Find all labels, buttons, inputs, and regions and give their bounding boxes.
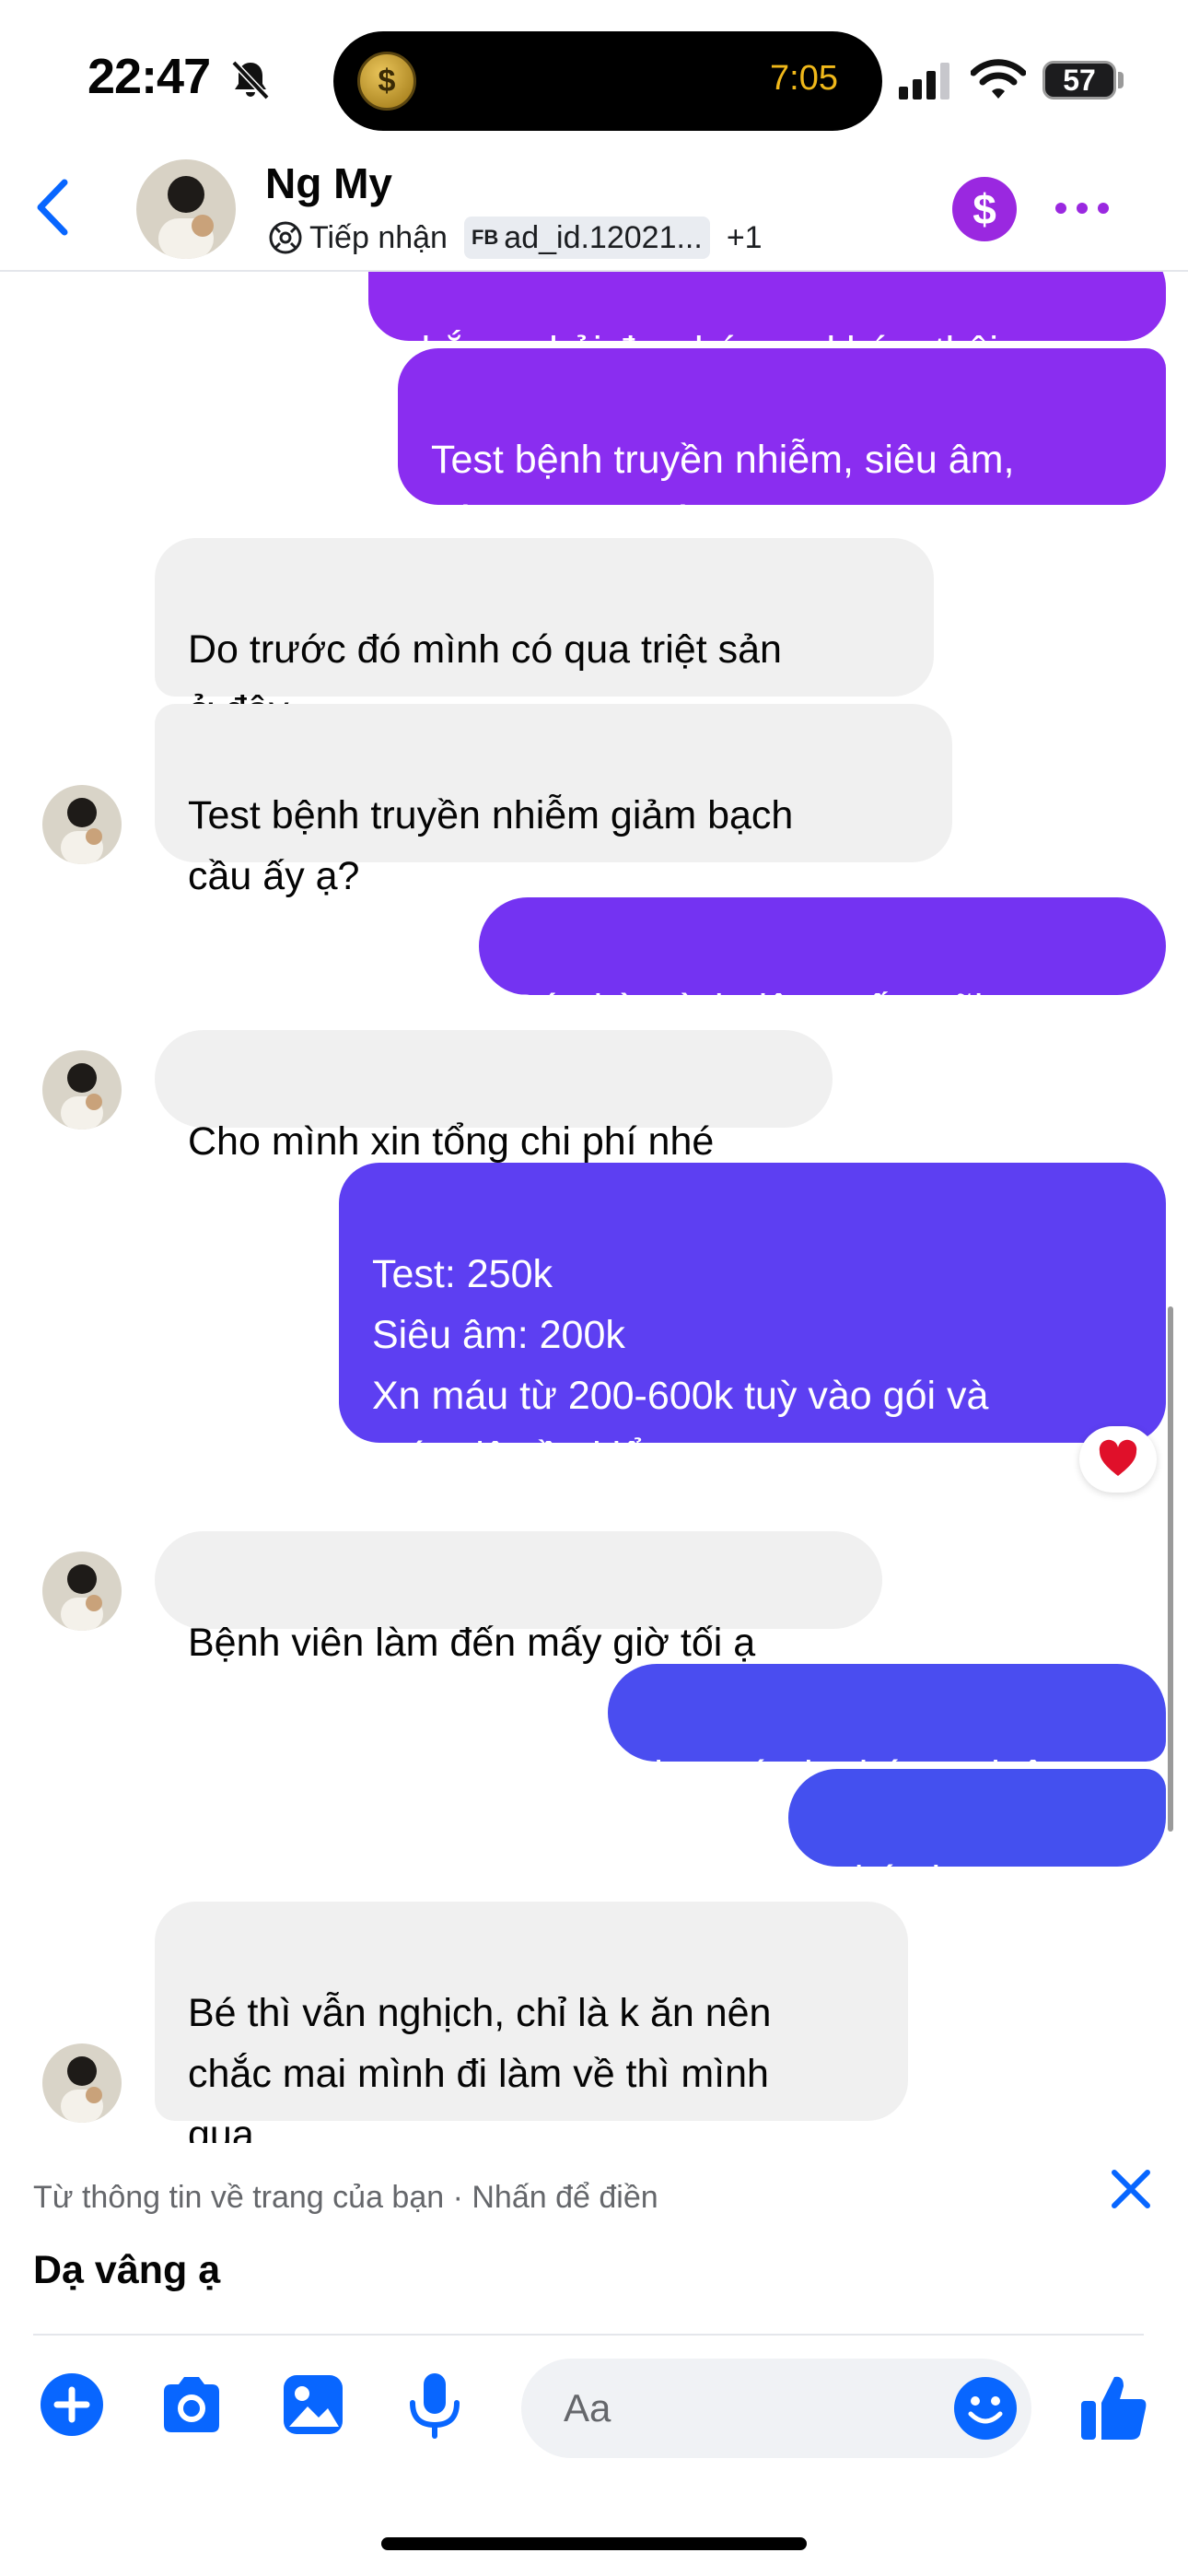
wifi-icon [971, 59, 1026, 99]
message-bubble-incoming[interactable]: Cho mình xin tổng chi phí nhé [155, 1030, 833, 1164]
tag-status[interactable]: Tiếp nhận [267, 217, 455, 259]
contact-avatar[interactable] [42, 785, 122, 864]
message-bubble-outgoing[interactable]: Bé nhà mình tiêm mấy mũi r ạ [479, 897, 1166, 1031]
thumbs-up-icon[interactable] [1077, 2370, 1151, 2443]
message-bubble-incoming[interactable]: Bệnh viên làm đến mấy giờ tối ạ [155, 1531, 882, 1665]
message-bubble-incoming[interactable]: Test bệnh truyền nhiễm giảm bạch cầu ấy … [155, 704, 952, 898]
gallery-icon[interactable] [278, 2370, 348, 2440]
composer-divider [33, 2334, 1144, 2336]
contact-avatar[interactable] [42, 1050, 122, 1130]
message-bubble-outgoing[interactable]: e báo bs trực ạ [788, 1769, 1166, 1903]
suggestion-caption: Từ thông tin về trang của bạn · Nhấn để … [33, 2180, 658, 2215]
contact-avatar[interactable] [42, 2043, 122, 2123]
chat-header: Ng My Tiếp nhận FB ad_id.12021... +1 $ [0, 147, 1188, 272]
avatar-photo [42, 2043, 122, 2123]
status-tag-icon [269, 221, 302, 254]
message-text: Bệnh viên làm đến mấy giờ tối ạ [188, 1621, 756, 1665]
tag-status-label: Tiếp nhận [309, 219, 448, 255]
message-text: Test: 250k Siêu âm: 200k Xn máu từ 200-6… [372, 1252, 989, 1479]
island-timer: 7:05 [770, 59, 838, 98]
avatar-photo [42, 1050, 122, 1130]
message-text: Test bệnh truyền nhiễm, siêu âm, xét ngh… [431, 438, 1015, 543]
message-reaction[interactable] [1079, 1426, 1157, 1493]
message-bubble-incoming[interactable]: Do trước đó mình có qua triệt sản ở đây [155, 538, 934, 732]
home-indicator[interactable] [381, 2537, 807, 2550]
message-text: Cho mình xin tổng chi phí nhé [188, 1119, 715, 1164]
avatar-photo [136, 159, 236, 259]
message-text: Test bệnh truyền nhiễm giảm bạch cầu ấy … [188, 793, 794, 898]
fb-tag-mark: FB [471, 226, 499, 249]
bell-slash-icon [231, 60, 270, 100]
contact-avatar[interactable] [42, 1551, 122, 1631]
coin-icon: $ [357, 52, 416, 111]
status-time: 22:47 [87, 49, 211, 104]
tag-more[interactable]: +1 [719, 217, 770, 259]
suggested-reply[interactable]: Dạ vâng ạ [33, 2248, 220, 2293]
close-icon[interactable] [1103, 2161, 1159, 2217]
scrollbar-thumb[interactable] [1168, 1306, 1173, 1832]
message-text: Bé nhà mình tiêm mấy mũi r ạ [512, 987, 1041, 1031]
message-bubble-incoming[interactable]: Bé thì vẫn nghịch, chỉ là k ăn nên chắc … [155, 1902, 908, 2157]
more-dots-icon[interactable] [1050, 184, 1114, 232]
signal-icon [899, 63, 949, 100]
back-chevron-icon[interactable] [28, 175, 83, 240]
battery-indicator: 57 [1042, 61, 1116, 100]
contact-name[interactable]: Ng My [265, 158, 392, 208]
header-avatar[interactable] [136, 159, 236, 259]
message-bubble-outgoing[interactable]: Test: 250k Siêu âm: 200k Xn máu từ 200-6… [339, 1163, 1166, 1479]
heart-reaction-icon [1099, 1439, 1137, 1476]
message-bubble-outgoing[interactable]: dạ c cứ cho bé qua luôn [608, 1664, 1166, 1797]
message-text: Bé thì vẫn nghịch, chỉ là k ăn nên chắc … [188, 1991, 772, 2157]
camera-icon[interactable] [157, 2370, 227, 2440]
microphone-icon[interactable] [400, 2370, 470, 2440]
plus-icon[interactable] [37, 2370, 107, 2440]
avatar-photo [42, 785, 122, 864]
payment-button[interactable]: $ [952, 177, 1017, 241]
dynamic-island: $ 7:05 [333, 31, 882, 131]
message-bubble-outgoing[interactable]: Test bệnh truyền nhiễm, siêu âm, xét ngh… [398, 348, 1166, 543]
avatar-photo [42, 1551, 122, 1631]
tag-ad[interactable]: FB ad_id.12021... [463, 217, 710, 259]
battery-cap [1118, 72, 1124, 88]
tag-ad-label: ad_id.12021... [504, 219, 703, 255]
emoji-icon[interactable] [950, 2373, 1020, 2443]
contact-tags: Tiếp nhận FB ad_id.12021... +1 [267, 216, 770, 260]
message-text: e báo bs trực ạ [821, 1858, 1089, 1903]
